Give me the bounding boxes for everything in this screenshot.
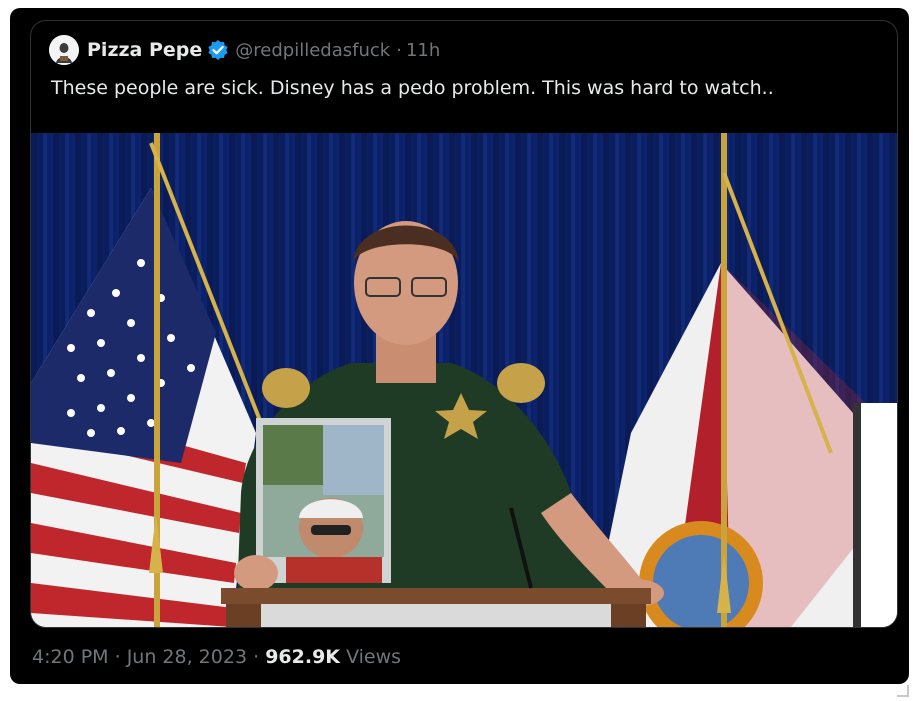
post-date[interactable]: Jun 28, 2023 [127,646,247,668]
quoted-post-text: These people are sick. Disney has a pedo… [51,77,774,99]
meta-separator: · [114,646,121,668]
author-handle[interactable]: @redpilledasfuck [235,40,390,61]
held-photo [234,418,391,591]
video-thumbnail[interactable] [31,133,897,627]
verified-badge-icon [207,39,229,61]
quoted-post-card[interactable]: Pizza Pepe @redpilledasfuck · 11h These … [30,20,898,628]
avatar-icon [49,35,79,65]
header-separator: · [396,39,402,61]
views-count[interactable]: 962.9K [265,646,340,668]
press-conference-image [31,133,897,627]
resize-handle [897,685,909,697]
avatar[interactable] [49,35,79,65]
views-label: Views [346,646,402,668]
post-time[interactable]: 4:20 PM [32,646,109,668]
post-container: Pizza Pepe @redpilledasfuck · 11h These … [10,8,909,684]
author-name[interactable]: Pizza Pepe [87,39,202,61]
quoted-post-header: Pizza Pepe @redpilledasfuck · 11h [49,35,440,65]
post-metadata: 4:20 PM · Jun 28, 2023 · 962.9K Views [32,646,401,668]
post-time-ago[interactable]: 11h [406,40,440,61]
meta-separator: · [253,646,260,668]
